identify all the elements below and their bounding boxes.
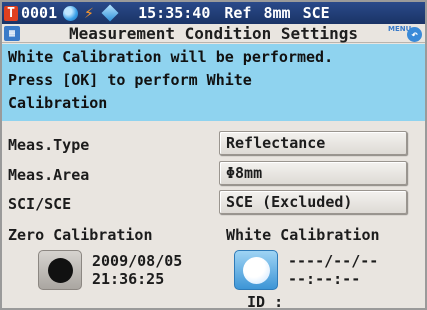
menu-return-icon[interactable]: MENU ↶ xyxy=(388,25,422,43)
white-cal-disc-icon xyxy=(243,257,270,284)
meas-area-field[interactable]: Φ8mm xyxy=(219,161,407,185)
message-line-1: White Calibration will be performed. xyxy=(8,48,334,66)
meas-type-label: Meas.Type xyxy=(8,136,90,154)
diamond-icon xyxy=(101,4,119,22)
status-mode: SCE xyxy=(302,4,330,22)
white-cal-time: --:--:-- xyxy=(288,270,361,288)
page-title: Measurement Condition Settings xyxy=(69,24,358,43)
white-calibration-button[interactable] xyxy=(234,250,278,290)
message-line-3: Calibration xyxy=(8,94,108,112)
white-calibration-heading: White Calibration xyxy=(226,226,380,244)
zero-cal-time: 21:36:25 xyxy=(92,270,165,288)
sci-sce-label: SCI/SCE xyxy=(8,195,72,213)
status-time: 15:35:40 xyxy=(138,4,211,22)
status-bar: T 0001 ⚡ 15:35:40 Ref 8mm SCE xyxy=(2,2,425,24)
meas-area-label: Meas.Area xyxy=(8,166,90,184)
battery-bolt-icon: ⚡ xyxy=(84,3,94,22)
measurement-number: 0001 xyxy=(21,4,58,22)
status-target: Ref xyxy=(224,4,252,22)
message-panel: White Calibration will be performed. Pre… xyxy=(2,44,425,121)
status-area: 8mm xyxy=(263,4,291,22)
title-bar: ▦ Measurement Condition Settings MENU ↶ xyxy=(2,24,425,43)
thermometer-icon: T xyxy=(4,5,18,21)
sci-sce-field[interactable]: SCE (Excluded) xyxy=(219,190,407,214)
instrument-screen: T 0001 ⚡ 15:35:40 Ref 8mm SCE ▦ Measurem… xyxy=(0,0,427,310)
globe-icon xyxy=(63,5,79,21)
white-cal-date: ----/--/-- xyxy=(288,252,379,270)
message-line-2: Press [OK] to perform White xyxy=(8,71,252,89)
meas-type-field[interactable]: Reflectance xyxy=(219,131,407,155)
zero-calibration-button[interactable] xyxy=(38,250,82,290)
zero-cal-date: 2009/08/05 xyxy=(92,252,183,270)
return-arrow-icon: ↶ xyxy=(407,27,422,42)
zero-cal-disc-icon xyxy=(48,258,73,283)
white-cal-id-label: ID : xyxy=(247,293,284,310)
zero-calibration-heading: Zero Calibration xyxy=(8,226,153,244)
